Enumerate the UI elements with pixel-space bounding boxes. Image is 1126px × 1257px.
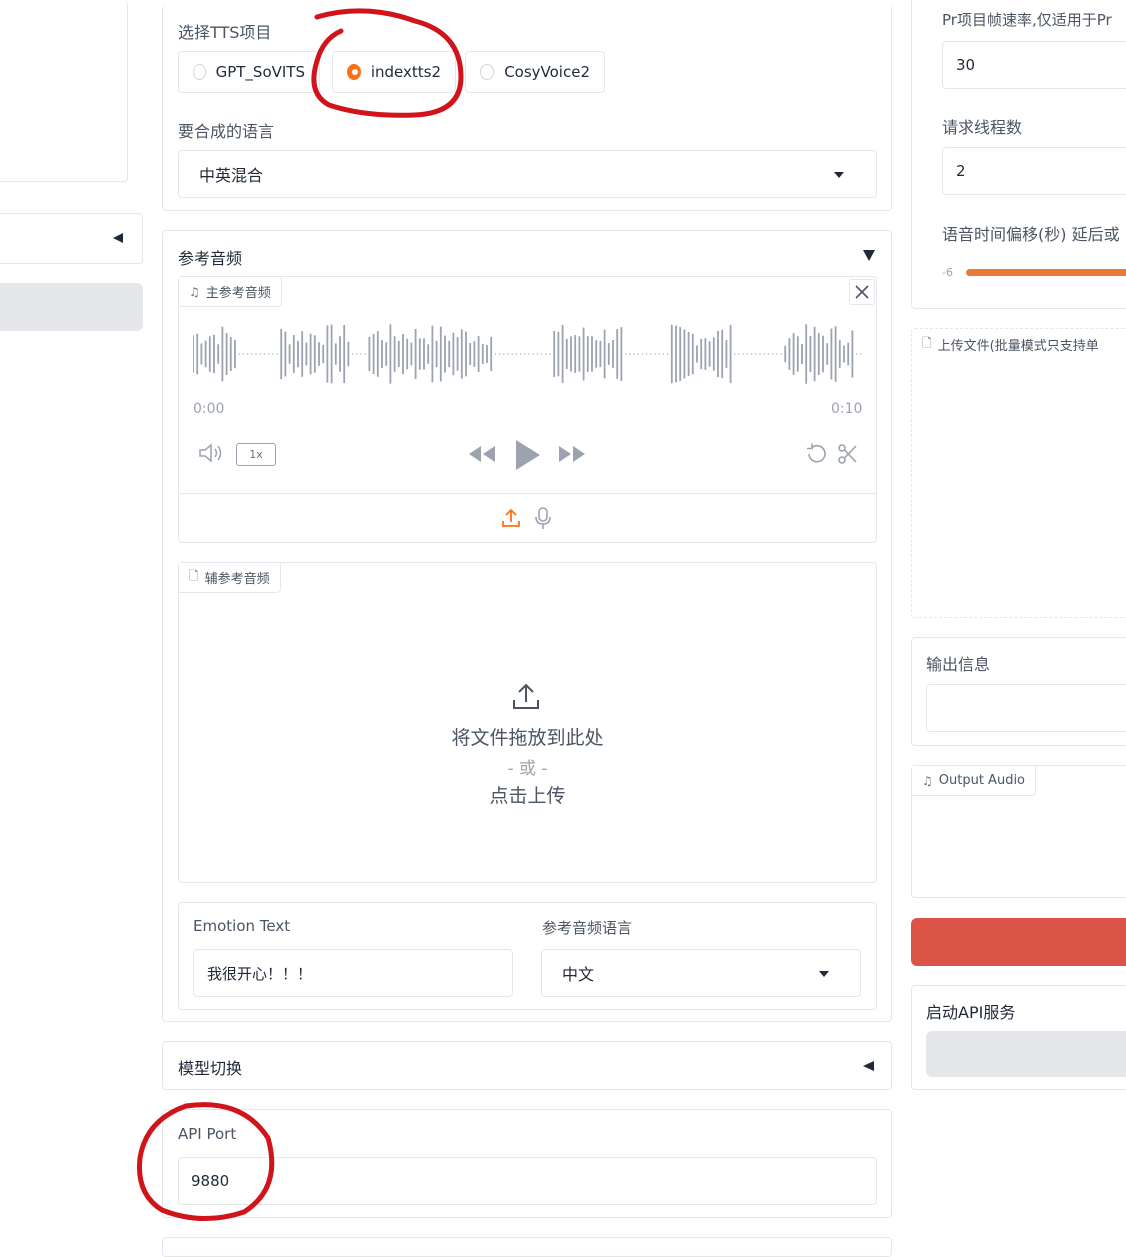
clear-audio-button[interactable] [849,279,875,305]
right-settings-panel: Pr项目帧速率,仅适用于Pr 30 请求线程数 2 语音时间偏移(秒) 延后或 … [911,0,1126,309]
collapse-triangle-icon [113,233,123,243]
expand-triangle-icon[interactable] [863,250,875,261]
api-service-panel: 启动API服务 [911,985,1126,1090]
language-label: 要合成的语言 [178,122,275,141]
play-button[interactable] [512,438,542,472]
output-audio-panel: ♫ Output Audio [911,765,1126,898]
batch-upload-tag-label: 上传文件(批量模式只支持单 [937,338,1099,354]
radio-gpt-sovits[interactable]: GPT_SoVITS [178,51,320,93]
left-collapsed-accordion[interactable] [0,213,143,264]
collapse-triangle-icon [863,1061,874,1071]
output-audio-tag: ♫ Output Audio [912,766,1037,796]
annotation-circle-api-port [136,1102,275,1221]
aux-audio-upload[interactable]: 🗋 辅参考音频 将文件拖放到此处 - 或 - 点击上传 [178,562,877,883]
radio-circle [193,64,206,80]
dropzone-upload-icon [511,681,541,711]
offset-slider[interactable] [966,269,1126,276]
batch-upload-tag: 🗋 上传文件(批量模式只支持单 [912,329,1109,359]
emotion-text-value: 我很开心！！！ [207,964,313,983]
emotion-text-input[interactable]: 我很开心！！！ [193,949,513,997]
main-audio-player: ♫ 主参考音频 0:00 0:10 1x [178,276,877,543]
microphone-source-button[interactable] [534,506,552,530]
batch-upload-area[interactable]: 🗋 上传文件(批量模式只支持单 [911,328,1126,618]
radio-label: CosyVoice2 [504,63,590,81]
audio-source-bar [179,493,876,494]
radio-circle [480,64,495,80]
output-info-panel: 输出信息 [911,637,1126,746]
music-note-icon: ♫ [922,773,933,788]
model-switch-accordion[interactable]: 模型切换 [162,1041,892,1090]
forward-button[interactable] [557,443,587,465]
ref-language-value: 中文 [562,965,595,984]
threads-value: 2 [956,162,966,180]
left-gray-button[interactable] [0,283,143,331]
output-info-textbox[interactable] [926,684,1126,732]
time-end: 0:10 [831,401,863,417]
volume-button[interactable] [197,441,225,465]
upload-icon [502,508,520,527]
upload-source-button[interactable] [501,507,521,529]
offset-min: -6 [942,266,953,279]
or-text: - 或 - [507,759,548,779]
playback-speed-button[interactable]: 1x [236,443,276,466]
click-upload-text: 点击上传 [489,785,566,807]
time-start: 0:00 [193,401,225,417]
fps-label: Pr项目帧速率,仅适用于Pr [942,11,1112,29]
annotation-circle-indextts2 [311,8,464,118]
fps-value: 30 [956,56,976,74]
reference-audio-section: 参考音频 ♫ 主参考音频 0:00 0:10 1x 🗋 辅参考音频 将文件拖放到… [162,230,892,1022]
threads-input[interactable]: 2 [942,147,1126,195]
main-audio-tag: ♫ 主参考音频 [179,277,282,307]
tts-project-label: 选择TTS项目 [178,23,272,42]
model-switch-title: 模型切换 [178,1059,243,1078]
play-icon [516,440,540,470]
chevron-down-icon [834,172,844,178]
waveform[interactable] [193,321,863,387]
file-icon: 🗋 [922,335,932,350]
tts-select-panel: 选择TTS项目 GPT_SoVITS indextts2 CosyVoice2 … [162,5,892,211]
threads-label: 请求线程数 [942,118,1023,137]
fps-input[interactable]: 30 [942,41,1126,89]
undo-icon [807,443,826,463]
close-icon [855,285,869,299]
reset-button[interactable] [804,442,828,466]
volume-icon [199,443,222,463]
trim-button[interactable] [836,442,860,466]
generate-button[interactable] [911,918,1126,966]
language-value: 中英混合 [199,166,264,185]
offset-label: 语音时间偏移(秒) 延后或 [942,225,1120,244]
scissors-icon [838,444,857,464]
radio-cosyvoice2[interactable]: CosyVoice2 [465,51,605,93]
drop-text: 将文件拖放到此处 [451,727,604,749]
fast-forward-icon [559,446,585,462]
rewind-button[interactable] [467,443,497,465]
next-panel-edge [162,1237,892,1257]
music-note-icon: ♫ [189,284,200,299]
waveform-svg [193,324,862,384]
emotion-language-row: Emotion Text 我很开心！！！ 参考音频语言 中文 [178,902,877,1010]
chevron-down-icon [819,971,829,977]
output-info-label: 输出信息 [926,655,991,674]
aux-audio-tag: 🗋 辅参考音频 [179,563,281,593]
start-api-button[interactable] [926,1031,1126,1077]
section-title[interactable]: 参考音频 [178,245,242,269]
ref-language-label: 参考音频语言 [542,919,633,937]
main-audio-tag-label: 主参考音频 [205,286,271,301]
api-service-label: 启动API服务 [926,1003,1016,1022]
microphone-icon [535,507,551,529]
rewind-icon [469,446,495,462]
file-icon: 🗋 [189,569,199,583]
radio-label: GPT_SoVITS [215,63,305,81]
output-audio-tag-label: Output Audio [938,773,1026,788]
language-dropdown[interactable]: 中英混合 [178,150,877,198]
left-top-panel [0,0,128,182]
ref-language-dropdown[interactable]: 中文 [541,949,861,997]
aux-audio-tag-label: 辅参考音频 [204,572,270,587]
emotion-text-label: Emotion Text [193,917,291,935]
